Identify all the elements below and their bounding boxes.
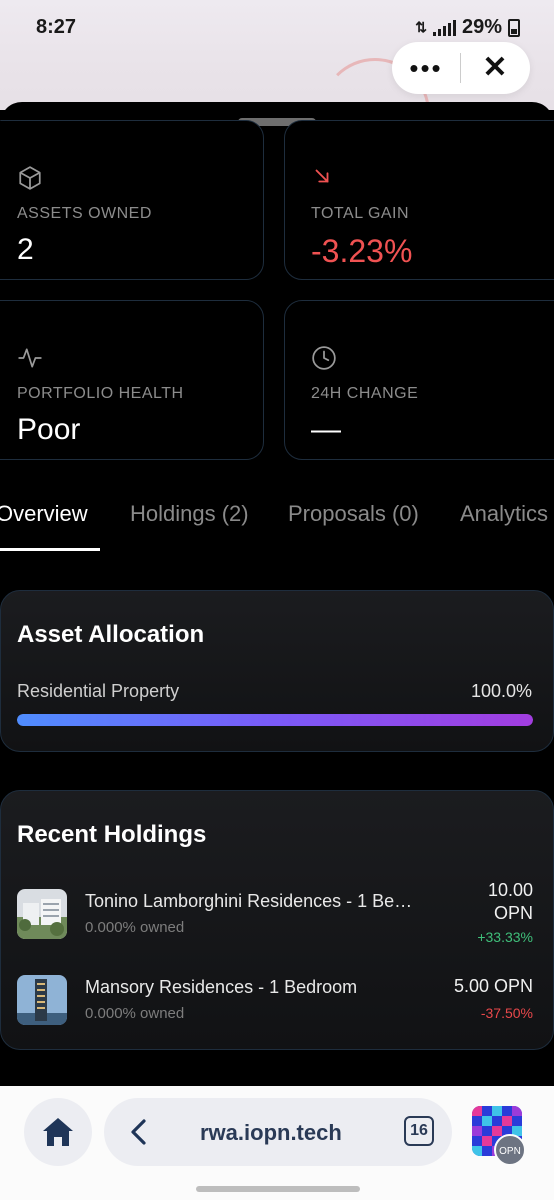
allocation-bar-fill bbox=[17, 714, 533, 726]
stat-value: 2 bbox=[17, 233, 34, 266]
asset-allocation-card: Asset Allocation Residential Property 10… bbox=[0, 590, 554, 752]
opn-badge: OPN bbox=[494, 1134, 526, 1166]
clock-icon bbox=[312, 346, 336, 370]
holding-change: +33.33% bbox=[477, 929, 533, 945]
stat-card-24h-change: 24H CHANGE — bbox=[284, 300, 554, 460]
holding-owned: 0.000% owned bbox=[85, 919, 185, 936]
tab-analytics[interactable]: Analytics bbox=[460, 498, 548, 550]
holding-row[interactable]: Tonino Lamborghini Residences - 1 Be… 0.… bbox=[17, 880, 533, 951]
stat-label: ASSETS OWNED bbox=[17, 205, 152, 222]
home-indicator bbox=[196, 1186, 360, 1192]
holding-row[interactable]: Mansory Residences - 1 Bedroom 0.000% ow… bbox=[17, 975, 533, 1037]
close-icon[interactable]: ✕ bbox=[461, 42, 529, 94]
recent-holdings-card: Recent Holdings Tonino Lamborghini Resid… bbox=[0, 790, 554, 1050]
allocation-percent: 100.0% bbox=[470, 681, 532, 701]
mini-app-capsule: ••• ✕ bbox=[392, 42, 530, 94]
tab-overview[interactable]: Overview bbox=[0, 498, 88, 550]
stat-card-assets-owned: ASSETS OWNED 2 bbox=[0, 120, 264, 280]
stat-card-total-gain: TOTAL GAIN -3.23% bbox=[284, 120, 554, 280]
holding-name: Mansory Residences - 1 Bedroom bbox=[85, 977, 358, 997]
status-icons: ⇅ 29% bbox=[415, 16, 520, 39]
status-bar: 8:27 ⇅ 29% ••• ✕ bbox=[0, 0, 554, 168]
address-bar[interactable]: rwa.iopn.tech 16 bbox=[104, 1098, 452, 1166]
stat-label: 24H CHANGE bbox=[311, 385, 419, 402]
pulse-icon bbox=[18, 348, 42, 368]
portfolio-sheet: ASSETS OWNED 2 TOTAL GAIN -3.23% PORTFOL… bbox=[0, 102, 554, 1092]
browser-toolbar: rwa.iopn.tech 16 OPN bbox=[0, 1086, 554, 1200]
url-text: rwa.iopn.tech bbox=[200, 1120, 342, 1145]
wifi-calling-icon: ⇅ bbox=[415, 19, 427, 35]
back-icon[interactable] bbox=[124, 1116, 154, 1148]
holding-price: 10.00 OPN bbox=[487, 880, 533, 923]
tab-bar: Overview Holdings (2) Proposals (0) Anal… bbox=[0, 498, 554, 550]
property-thumbnail bbox=[17, 889, 67, 939]
holding-change: -37.50% bbox=[480, 1005, 533, 1021]
tab-count-button[interactable]: 16 bbox=[404, 1116, 434, 1146]
stat-value: -3.23% bbox=[311, 233, 413, 269]
allocation-bar bbox=[17, 714, 533, 726]
property-thumbnail bbox=[17, 975, 67, 1025]
stat-value: Poor bbox=[17, 413, 81, 446]
signal-icon bbox=[432, 19, 456, 36]
holding-price: 5.00 OPN bbox=[453, 976, 533, 996]
active-tab-indicator bbox=[0, 548, 100, 551]
status-time: 8:27 bbox=[36, 16, 77, 38]
stat-value: — bbox=[311, 413, 341, 446]
cube-icon bbox=[19, 166, 41, 190]
section-title: Recent Holdings bbox=[17, 821, 207, 848]
home-button[interactable] bbox=[24, 1098, 92, 1166]
section-title: Asset Allocation bbox=[17, 621, 205, 648]
holding-owned: 0.000% owned bbox=[85, 1005, 185, 1022]
home-icon bbox=[43, 1118, 73, 1146]
battery-icon bbox=[508, 18, 520, 37]
tab-holdings[interactable]: Holdings (2) bbox=[130, 498, 249, 550]
trend-down-icon bbox=[315, 169, 329, 183]
battery-percent: 29% bbox=[461, 16, 502, 38]
more-dots-icon[interactable]: ••• bbox=[392, 42, 460, 94]
stat-card-portfolio-health: PORTFOLIO HEALTH Poor bbox=[0, 300, 264, 460]
stat-label: TOTAL GAIN bbox=[311, 205, 410, 222]
stat-label: PORTFOLIO HEALTH bbox=[17, 385, 184, 402]
allocation-label: Residential Property bbox=[17, 681, 180, 701]
tab-proposals[interactable]: Proposals (0) bbox=[288, 498, 419, 550]
holding-name: Tonino Lamborghini Residences - 1 Be… bbox=[85, 891, 413, 911]
